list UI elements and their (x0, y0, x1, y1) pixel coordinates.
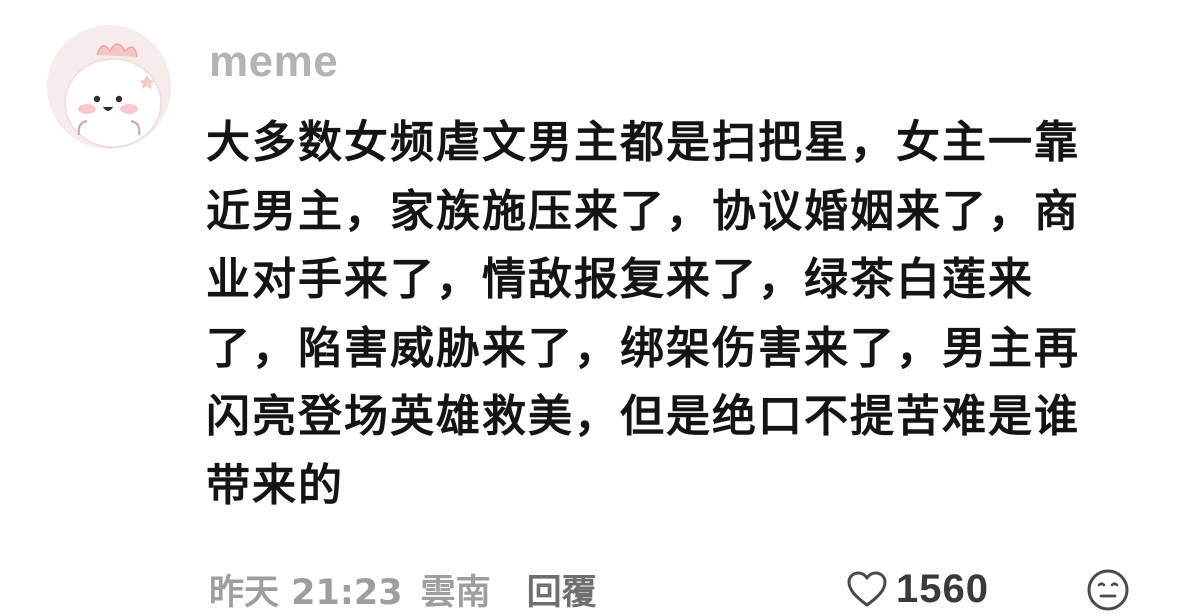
reply-button[interactable]: 回覆 (527, 564, 597, 615)
comment-text: 大多数女频虐文男主都是扫把星，女主一靠近男主，家族施压来了，协议婚姻来了，商业对… (206, 117, 1080, 511)
comment-card: meme 大多数女频虐文男主都是扫把星，女主一靠近男主，家族施压来了，协议婚姻来… (0, 0, 1178, 615)
timestamp: 昨天 21:23 (209, 572, 403, 613)
heart-outline-icon (847, 571, 887, 607)
pink-cartoon-avatar-icon (47, 25, 171, 149)
emoji-face-icon (1087, 569, 1129, 611)
comment-meta: 昨天 21:23 雲南 回覆 (209, 563, 597, 615)
location: 雲南 (420, 572, 491, 613)
like-count: 1560 (896, 566, 989, 611)
avatar[interactable] (47, 25, 171, 149)
username[interactable]: meme (209, 36, 338, 88)
emoji-button[interactable] (1086, 568, 1130, 612)
like-button[interactable]: 1560 (846, 565, 989, 613)
